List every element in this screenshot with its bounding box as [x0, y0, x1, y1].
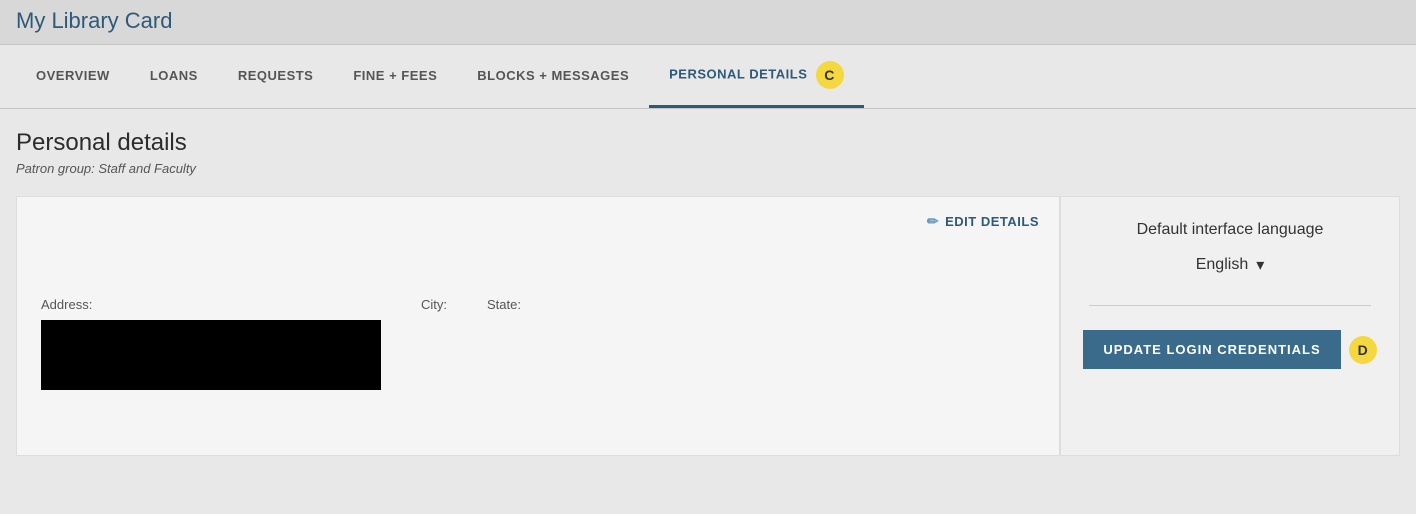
- state-field-group: State:: [487, 297, 521, 390]
- tab-personal-details[interactable]: PERSONAL DETAILS C: [649, 45, 863, 108]
- main-layout: ✏ EDIT DETAILS Address: City: State: Def…: [16, 196, 1400, 456]
- page-title: My Library Card: [16, 8, 1400, 34]
- details-card: ✏ EDIT DETAILS Address: City: State:: [16, 196, 1060, 456]
- state-label: State:: [487, 297, 521, 312]
- right-panel: Default interface language English ▾ UPD…: [1060, 196, 1400, 456]
- tab-blocks-messages[interactable]: BLOCKS + MESSAGES: [457, 52, 649, 102]
- tab-fine-fees[interactable]: FINE + FEES: [333, 52, 457, 102]
- city-label: City:: [421, 297, 447, 312]
- patron-group-label: Patron group: Staff and Faculty: [16, 161, 1400, 176]
- address-value-redacted: [41, 320, 381, 390]
- edit-details-button[interactable]: ✏ EDIT DETAILS: [927, 213, 1039, 230]
- page-header: My Library Card: [0, 0, 1416, 45]
- dropdown-arrow-icon[interactable]: ▾: [1256, 255, 1264, 275]
- address-label: Address:: [41, 297, 381, 312]
- address-field-group: Address:: [41, 297, 381, 390]
- language-select-wrapper: English ▾: [1196, 255, 1265, 275]
- city-field-group: City:: [421, 297, 447, 390]
- update-btn-row: UPDATE LOGIN CREDENTIALS D: [1083, 330, 1376, 369]
- tab-loans[interactable]: LOANS: [130, 52, 218, 102]
- pencil-icon: ✏: [927, 213, 939, 230]
- language-value: English: [1196, 256, 1248, 274]
- update-login-credentials-button[interactable]: UPDATE LOGIN CREDENTIALS: [1083, 330, 1340, 369]
- tab-annotation-c: C: [816, 61, 844, 89]
- panel-divider: [1089, 305, 1371, 306]
- tab-overview[interactable]: OVERVIEW: [16, 52, 130, 102]
- tab-bar: OVERVIEW LOANS REQUESTS FINE + FEES BLOC…: [0, 45, 1416, 109]
- content-area: Personal details Patron group: Staff and…: [0, 109, 1416, 476]
- tab-requests[interactable]: REQUESTS: [218, 52, 334, 102]
- btn-annotation-d: D: [1349, 336, 1377, 364]
- language-label: Default interface language: [1137, 221, 1324, 239]
- section-title: Personal details: [16, 129, 1400, 157]
- address-section: Address: City: State:: [41, 297, 1035, 390]
